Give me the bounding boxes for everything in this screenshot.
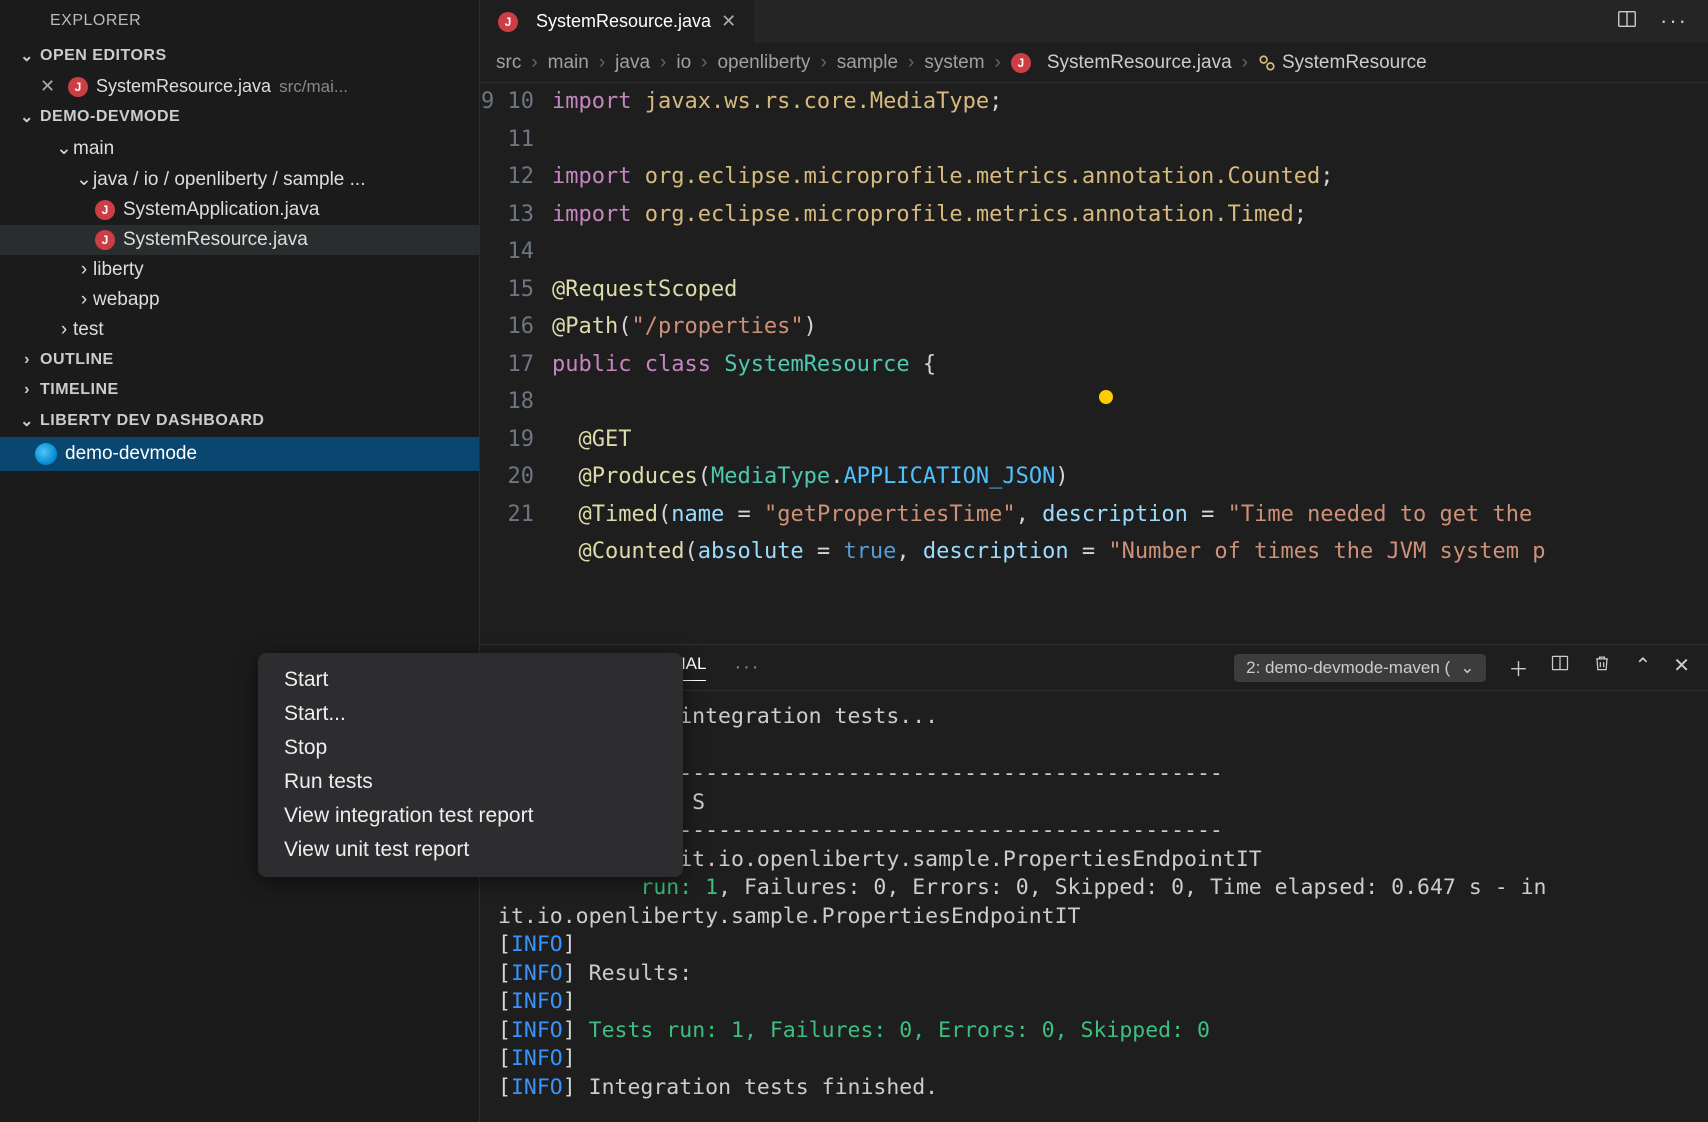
tree-file-systemapplication[interactable]: J SystemApplication.java <box>0 195 479 225</box>
editor-tab-systemresource[interactable]: J SystemResource.java ✕ <box>480 0 755 43</box>
split-terminal-icon[interactable] <box>1550 653 1570 682</box>
folder-label: java / io / openliberty / sample ... <box>93 169 365 191</box>
chevron-right-icon: › <box>995 52 1001 74</box>
chevron-right-icon: › <box>599 52 605 74</box>
breadcrumb-segment[interactable]: system <box>924 52 984 74</box>
breadcrumb-symbol-label: SystemResource <box>1282 52 1427 74</box>
folder-label: webapp <box>93 289 160 311</box>
breadcrumb-segment[interactable]: io <box>676 52 691 74</box>
menu-item-view-integration-report[interactable]: View integration test report <box>258 799 683 833</box>
chevron-right-icon: › <box>908 52 914 74</box>
open-editors-header[interactable]: ⌄ OPEN EDITORS <box>0 40 479 72</box>
chevron-down-icon: ⌄ <box>55 137 73 160</box>
line-number-gutter: 9 10 11 12 13 14 15 16 17 18 19 20 21 <box>480 83 552 644</box>
split-editor-icon[interactable] <box>1616 8 1638 35</box>
panel-more-icon[interactable]: ··· <box>734 656 760 679</box>
liberty-dashboard-header[interactable]: ⌄ LIBERTY DEV DASHBOARD <box>0 405 479 437</box>
explorer-sidebar: EXPLORER ⌄ OPEN EDITORS ✕ J SystemResour… <box>0 0 480 1122</box>
open-editor-item[interactable]: ✕ J SystemResource.java src/mai... <box>0 72 479 101</box>
project-name-label: DEMO-DEVMODE <box>40 108 180 126</box>
breadcrumb-file[interactable]: J SystemResource.java <box>1011 52 1232 74</box>
folder-label: liberty <box>93 259 144 281</box>
breadcrumb-segment[interactable]: main <box>548 52 589 74</box>
menu-item-view-unit-report[interactable]: View unit test report <box>258 833 683 867</box>
chevron-right-icon: › <box>660 52 666 74</box>
chevron-right-icon: › <box>75 259 93 281</box>
context-menu: Start Start... Stop Run tests View integ… <box>258 653 683 877</box>
chevron-right-icon: › <box>701 52 707 74</box>
more-actions-icon[interactable]: ··· <box>1660 8 1688 35</box>
chevron-down-icon: ⌄ <box>18 411 36 431</box>
breadcrumb[interactable]: src › main › java › io › openliberty › sample… <box>480 44 1708 83</box>
breadcrumb-file-label: SystemResource.java <box>1047 52 1232 74</box>
close-icon[interactable]: ✕ <box>721 11 736 32</box>
chevron-right-icon: › <box>1242 52 1248 74</box>
chevron-down-icon: ⌄ <box>75 168 93 191</box>
open-editors-label: OPEN EDITORS <box>40 47 167 65</box>
lightbulb-icon[interactable] <box>1099 390 1113 404</box>
dashboard-label: LIBERTY DEV DASHBOARD <box>40 412 264 430</box>
timeline-label: TIMELINE <box>40 381 119 399</box>
breadcrumb-segment[interactable]: openliberty <box>717 52 810 74</box>
close-panel-icon[interactable]: ✕ <box>1673 653 1690 682</box>
chevron-down-icon: ⌄ <box>18 107 36 127</box>
menu-item-start[interactable]: Start <box>258 663 683 697</box>
menu-item-run-tests[interactable]: Run tests <box>258 765 683 799</box>
chevron-right-icon: › <box>18 381 36 399</box>
open-editor-filename: SystemResource.java <box>96 76 271 97</box>
java-file-icon: J <box>95 200 115 220</box>
explorer-title: EXPLORER <box>0 0 479 40</box>
breadcrumb-symbol[interactable]: SystemResource <box>1258 52 1427 74</box>
tree-file-systemresource[interactable]: J SystemResource.java <box>0 225 479 255</box>
chevron-down-icon: ⌄ <box>18 46 36 66</box>
java-file-icon: J <box>1011 53 1031 73</box>
project-header[interactable]: ⌄ DEMO-DEVMODE <box>0 101 479 133</box>
kill-terminal-icon[interactable] <box>1592 653 1612 682</box>
breadcrumb-segment[interactable]: sample <box>837 52 898 74</box>
code-editor[interactable]: 9 10 11 12 13 14 15 16 17 18 19 20 21 im… <box>480 83 1708 644</box>
outline-header[interactable]: › OUTLINE <box>0 345 479 375</box>
file-label: SystemApplication.java <box>123 199 319 221</box>
close-icon[interactable]: ✕ <box>40 76 60 97</box>
folder-label: main <box>73 138 114 160</box>
chevron-right-icon: › <box>18 351 36 369</box>
terminal-selector[interactable]: 2: demo-devmode-maven ( ⌄ <box>1234 654 1486 682</box>
terminal-selector-label: 2: demo-devmode-maven ( <box>1246 658 1450 678</box>
new-terminal-icon[interactable]: ＋ <box>1508 653 1528 682</box>
menu-item-start-dots[interactable]: Start... <box>258 697 683 731</box>
tree-folder-test[interactable]: › test <box>0 315 479 345</box>
outline-label: OUTLINE <box>40 351 114 369</box>
menu-item-stop[interactable]: Stop <box>258 731 683 765</box>
editor-group: J SystemResource.java ✕ ··· src › main › j… <box>480 0 1708 1122</box>
dashboard-item-label: demo-devmode <box>65 443 197 465</box>
class-symbol-icon <box>1258 54 1276 72</box>
chevron-right-icon: › <box>531 52 537 74</box>
tree-folder-webapp[interactable]: › webapp <box>0 285 479 315</box>
breadcrumb-segment[interactable]: java <box>615 52 650 74</box>
open-editor-path: src/mai... <box>279 77 348 97</box>
chevron-right-icon: › <box>820 52 826 74</box>
maximize-panel-icon[interactable]: ⌃ <box>1634 653 1651 682</box>
java-file-icon: J <box>95 230 115 250</box>
liberty-icon <box>35 443 57 465</box>
chevron-down-icon: ⌄ <box>1460 658 1474 678</box>
tree-folder-main[interactable]: ⌄ main <box>0 133 479 164</box>
code-content[interactable]: import javax.ws.rs.core.MediaType; impor… <box>552 83 1708 644</box>
dashboard-item-demo-devmode[interactable]: demo-devmode <box>0 437 479 471</box>
chevron-right-icon: › <box>75 289 93 311</box>
folder-label: test <box>73 319 104 341</box>
tree-folder-java-path[interactable]: ⌄ java / io / openliberty / sample ... <box>0 164 479 195</box>
tree-folder-liberty[interactable]: › liberty <box>0 255 479 285</box>
file-label: SystemResource.java <box>123 229 308 251</box>
editor-tab-bar: J SystemResource.java ✕ ··· <box>480 0 1708 44</box>
tabbar-actions: ··· <box>1616 8 1708 35</box>
java-file-icon: J <box>68 77 88 97</box>
timeline-header[interactable]: › TIMELINE <box>0 375 479 405</box>
chevron-right-icon: › <box>55 319 73 341</box>
breadcrumb-segment[interactable]: src <box>496 52 521 74</box>
java-file-icon: J <box>498 12 518 32</box>
tab-filename: SystemResource.java <box>536 11 711 32</box>
